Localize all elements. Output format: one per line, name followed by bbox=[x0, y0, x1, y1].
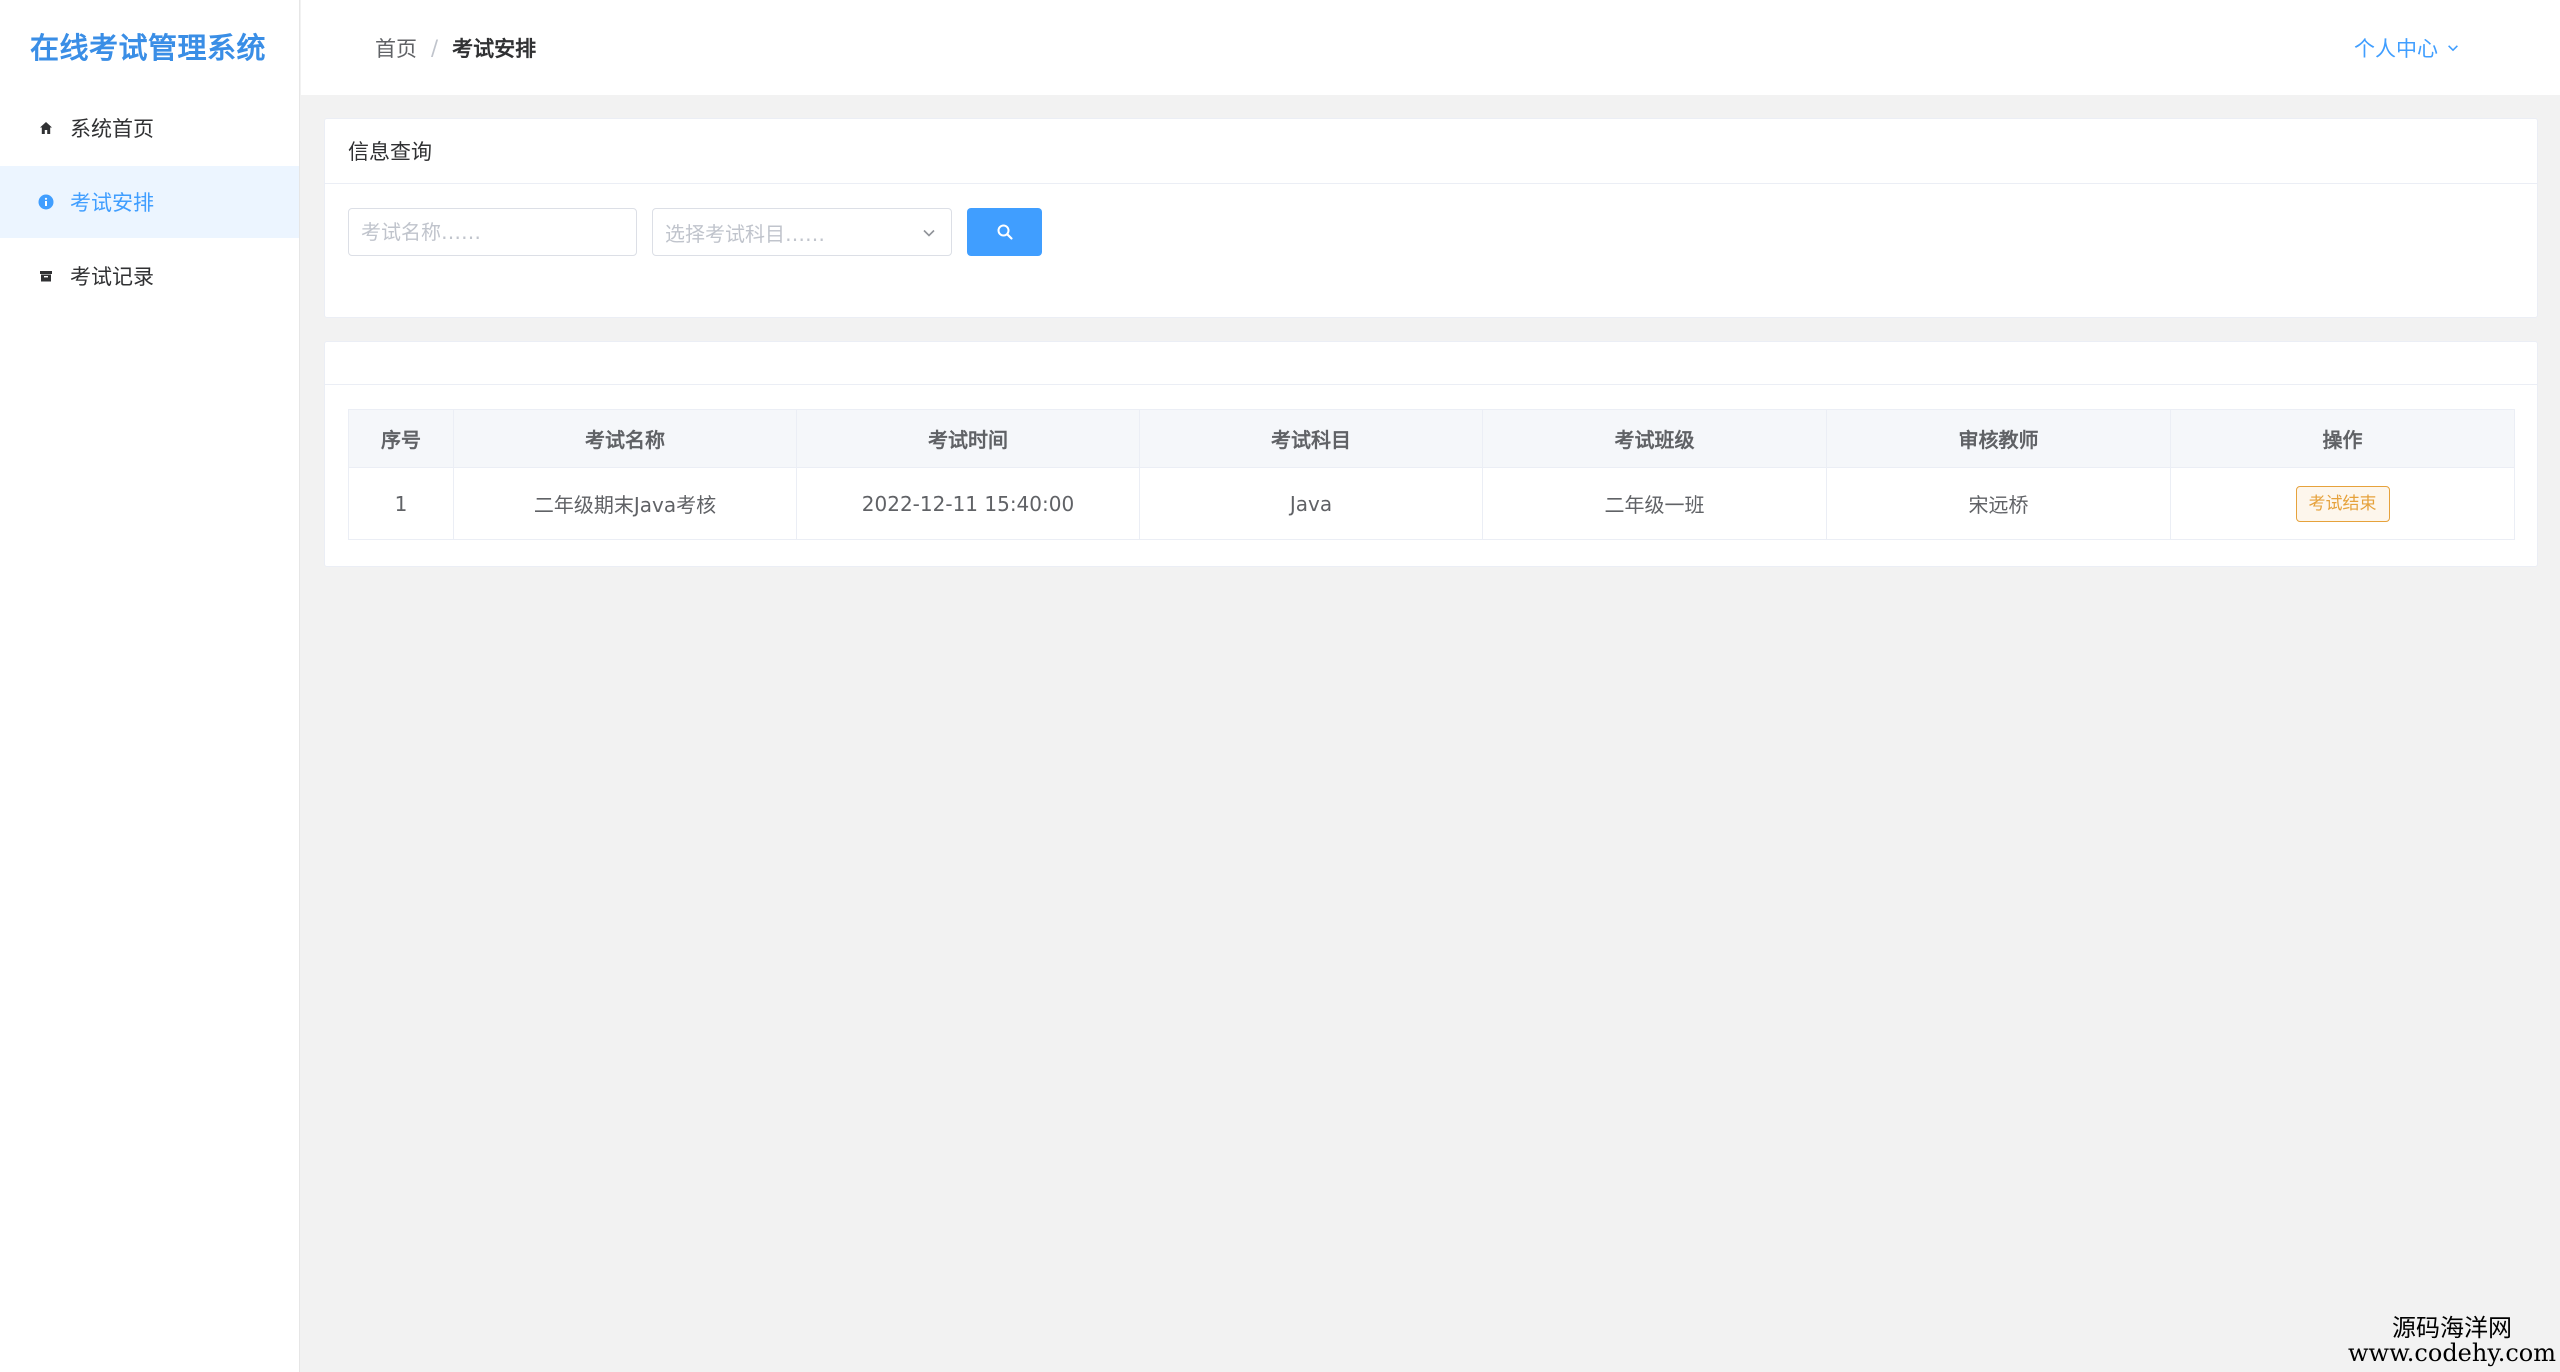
query-card: 信息查询 选择考试科目…… bbox=[324, 118, 2538, 318]
breadcrumb-separator: / bbox=[431, 35, 439, 60]
cell-time: 2022-12-11 15:40:00 bbox=[796, 467, 1140, 540]
table-header-row: 序号 考试名称 考试时间 考试科目 考试班级 审核教师 操作 bbox=[348, 409, 2515, 468]
sidebar: 在线考试管理系统 系统首页 考试安排 考试记录 bbox=[0, 0, 300, 1372]
breadcrumb-current: 考试安排 bbox=[452, 36, 537, 61]
sidebar-item-exam-schedule[interactable]: 考试安排 bbox=[0, 166, 299, 238]
column-header-subject: 考试科目 bbox=[1139, 409, 1483, 468]
sidebar-item-exam-records[interactable]: 考试记录 bbox=[0, 240, 299, 312]
search-icon bbox=[997, 224, 1013, 240]
sidebar-item-label: 考试安排 bbox=[70, 191, 154, 215]
user-center-label: 个人中心 bbox=[2354, 36, 2438, 61]
exam-table-card: 序号 考试名称 考试时间 考试科目 考试班级 审核教师 操作 1 二年级期末Ja… bbox=[324, 341, 2538, 567]
app-title: 在线考试管理系统 bbox=[30, 31, 267, 65]
column-header-name: 考试名称 bbox=[453, 409, 797, 468]
watermark-url: www.codehy.com bbox=[2348, 1338, 2556, 1367]
archive-icon bbox=[38, 268, 54, 284]
query-form: 选择考试科目…… bbox=[325, 184, 2537, 280]
top-header: 首页 / 考试安排 个人中心 bbox=[301, 0, 2560, 95]
column-header-time: 考试时间 bbox=[796, 409, 1140, 468]
column-header-action: 操作 bbox=[2170, 409, 2515, 468]
column-header-index: 序号 bbox=[348, 409, 454, 468]
watermark: 源码海洋网 www.codehy.com bbox=[2348, 1313, 2556, 1367]
breadcrumb: 首页 / 考试安排 bbox=[375, 33, 536, 63]
cell-index: 1 bbox=[348, 467, 454, 540]
search-button[interactable] bbox=[967, 208, 1042, 256]
subject-select-placeholder: 选择考试科目…… bbox=[665, 221, 825, 246]
cell-name: 二年级期末Java考核 bbox=[453, 467, 797, 540]
cell-subject: Java bbox=[1139, 467, 1483, 540]
watermark-cn: 源码海洋网 bbox=[2392, 1313, 2512, 1342]
cell-class: 二年级一班 bbox=[1482, 467, 1827, 540]
table-row: 1 二年级期末Java考核 2022-12-11 15:40:00 Java 二… bbox=[348, 467, 2515, 540]
cell-teacher: 宋远桥 bbox=[1826, 467, 2171, 540]
sidebar-item-label: 系统首页 bbox=[70, 117, 154, 141]
exam-schedule-table: 序号 考试名称 考试时间 考试科目 考试班级 审核教师 操作 1 二年级期末Ja… bbox=[348, 409, 2515, 540]
exam-ended-tag[interactable]: 考试结束 bbox=[2295, 485, 2390, 522]
column-header-teacher: 审核教师 bbox=[1826, 409, 2171, 468]
chevron-down-icon bbox=[923, 229, 935, 237]
home-icon bbox=[38, 120, 54, 136]
user-center-dropdown[interactable]: 个人中心 bbox=[2354, 0, 2460, 95]
sidebar-item-home[interactable]: 系统首页 bbox=[0, 92, 299, 164]
table-card-header bbox=[325, 342, 2537, 385]
table-wrapper: 序号 考试名称 考试时间 考试科目 考试班级 审核教师 操作 1 二年级期末Ja… bbox=[325, 385, 2537, 540]
sidebar-item-label: 考试记录 bbox=[70, 265, 154, 289]
column-header-class: 考试班级 bbox=[1482, 409, 1827, 468]
subject-select[interactable]: 选择考试科目…… bbox=[652, 208, 952, 256]
exam-name-input[interactable] bbox=[348, 208, 637, 256]
breadcrumb-home-link[interactable]: 首页 bbox=[375, 33, 417, 63]
info-circle-icon bbox=[38, 194, 54, 210]
cell-action: 考试结束 bbox=[2170, 467, 2515, 540]
chevron-down-icon bbox=[2448, 44, 2458, 51]
query-card-title: 信息查询 bbox=[325, 119, 2537, 184]
